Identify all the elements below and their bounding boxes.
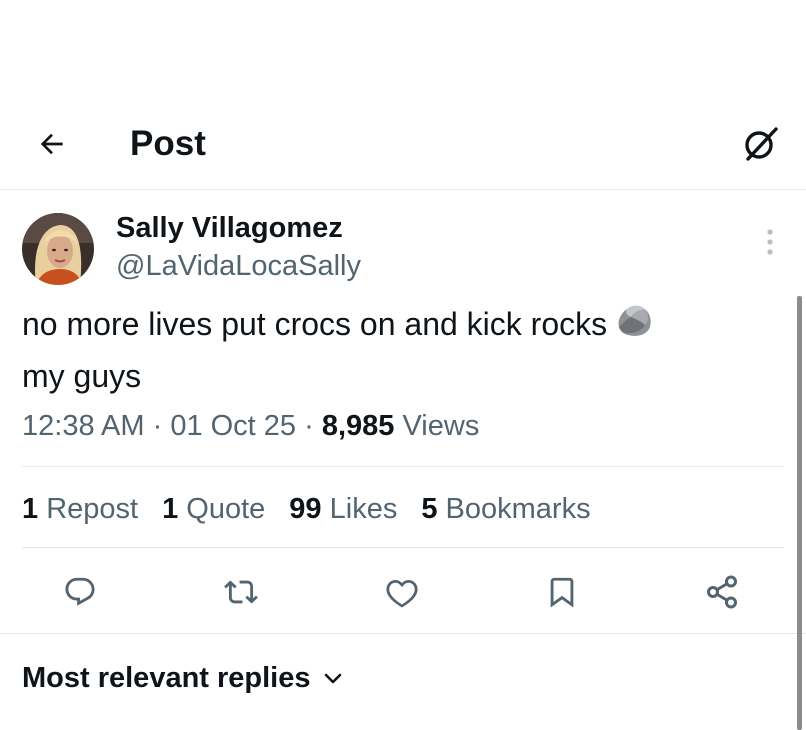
engagement-stats: 1 Repost 1 Quote 99 Likes 5 Bookmarks (22, 487, 591, 531)
bookmark-button[interactable] (540, 570, 584, 614)
bookmarks-label: Bookmarks (445, 493, 591, 525)
post-meta: 12:38 AM · 01 Oct 25 · 8,985 Views (22, 404, 479, 448)
post-text: no more lives put crocs on and kick rock… (22, 300, 762, 400)
share-button[interactable] (700, 570, 744, 614)
repost-button[interactable] (219, 570, 263, 614)
meta-separator: · (144, 410, 171, 442)
repost-icon (224, 580, 258, 604)
grok-icon (745, 127, 778, 161)
reposts-count: 1 (22, 493, 39, 525)
share-icon (707, 575, 737, 609)
quotes-count: 1 (162, 493, 179, 525)
reposts-label: Repost (46, 493, 139, 525)
views-count: 8,985 (321, 410, 395, 442)
scrollbar[interactable] (797, 296, 802, 730)
likes-label: Likes (329, 493, 398, 525)
page-title: Post (130, 124, 206, 163)
replies-sort-label: Most relevant replies (22, 662, 311, 694)
action-bar (0, 566, 806, 618)
meta-separator: · (296, 410, 322, 442)
chevron-down-icon (324, 673, 341, 684)
views-label: Views (402, 410, 480, 442)
quotes-stat[interactable]: 1 Quote (162, 487, 265, 531)
post-time: 12:38 AM (22, 410, 145, 442)
like-icon (386, 579, 418, 608)
stats-divider (22, 547, 784, 548)
like-button[interactable] (380, 570, 424, 614)
post-date: 01 Oct 25 (170, 410, 297, 442)
reposts-stat[interactable]: 1 Repost (22, 487, 138, 531)
post-text-line1: no more lives put crocs on and kick rock… (22, 306, 608, 342)
likes-count: 99 (289, 493, 322, 525)
author-display-name[interactable]: Sally Villagomez (116, 209, 343, 247)
header-divider (0, 189, 806, 190)
arrow-left-icon (40, 133, 63, 155)
post-text-line2: my guys (22, 358, 142, 395)
meta-divider (22, 466, 784, 467)
bookmarks-stat[interactable]: 5 Bookmarks (421, 487, 590, 531)
back-button[interactable] (30, 122, 74, 166)
replies-sort-dropdown[interactable]: Most relevant replies (22, 656, 343, 700)
more-vertical-icon (767, 229, 773, 255)
reply-button[interactable] (58, 570, 102, 614)
likes-stat[interactable]: 99 Likes (289, 487, 397, 531)
avatar[interactable] (22, 213, 94, 285)
more-options-button[interactable] (752, 224, 788, 260)
bookmarks-count: 5 (421, 493, 438, 525)
quotes-label: Quote (186, 493, 266, 525)
bookmark-icon (550, 577, 574, 608)
rock-emoji-icon (615, 301, 653, 352)
actions-divider (0, 633, 806, 634)
top-bar: Post (0, 100, 806, 190)
author-handle[interactable]: @LaVidaLocaSally (116, 247, 361, 285)
grok-button[interactable] (738, 122, 782, 166)
reply-icon (65, 577, 95, 606)
